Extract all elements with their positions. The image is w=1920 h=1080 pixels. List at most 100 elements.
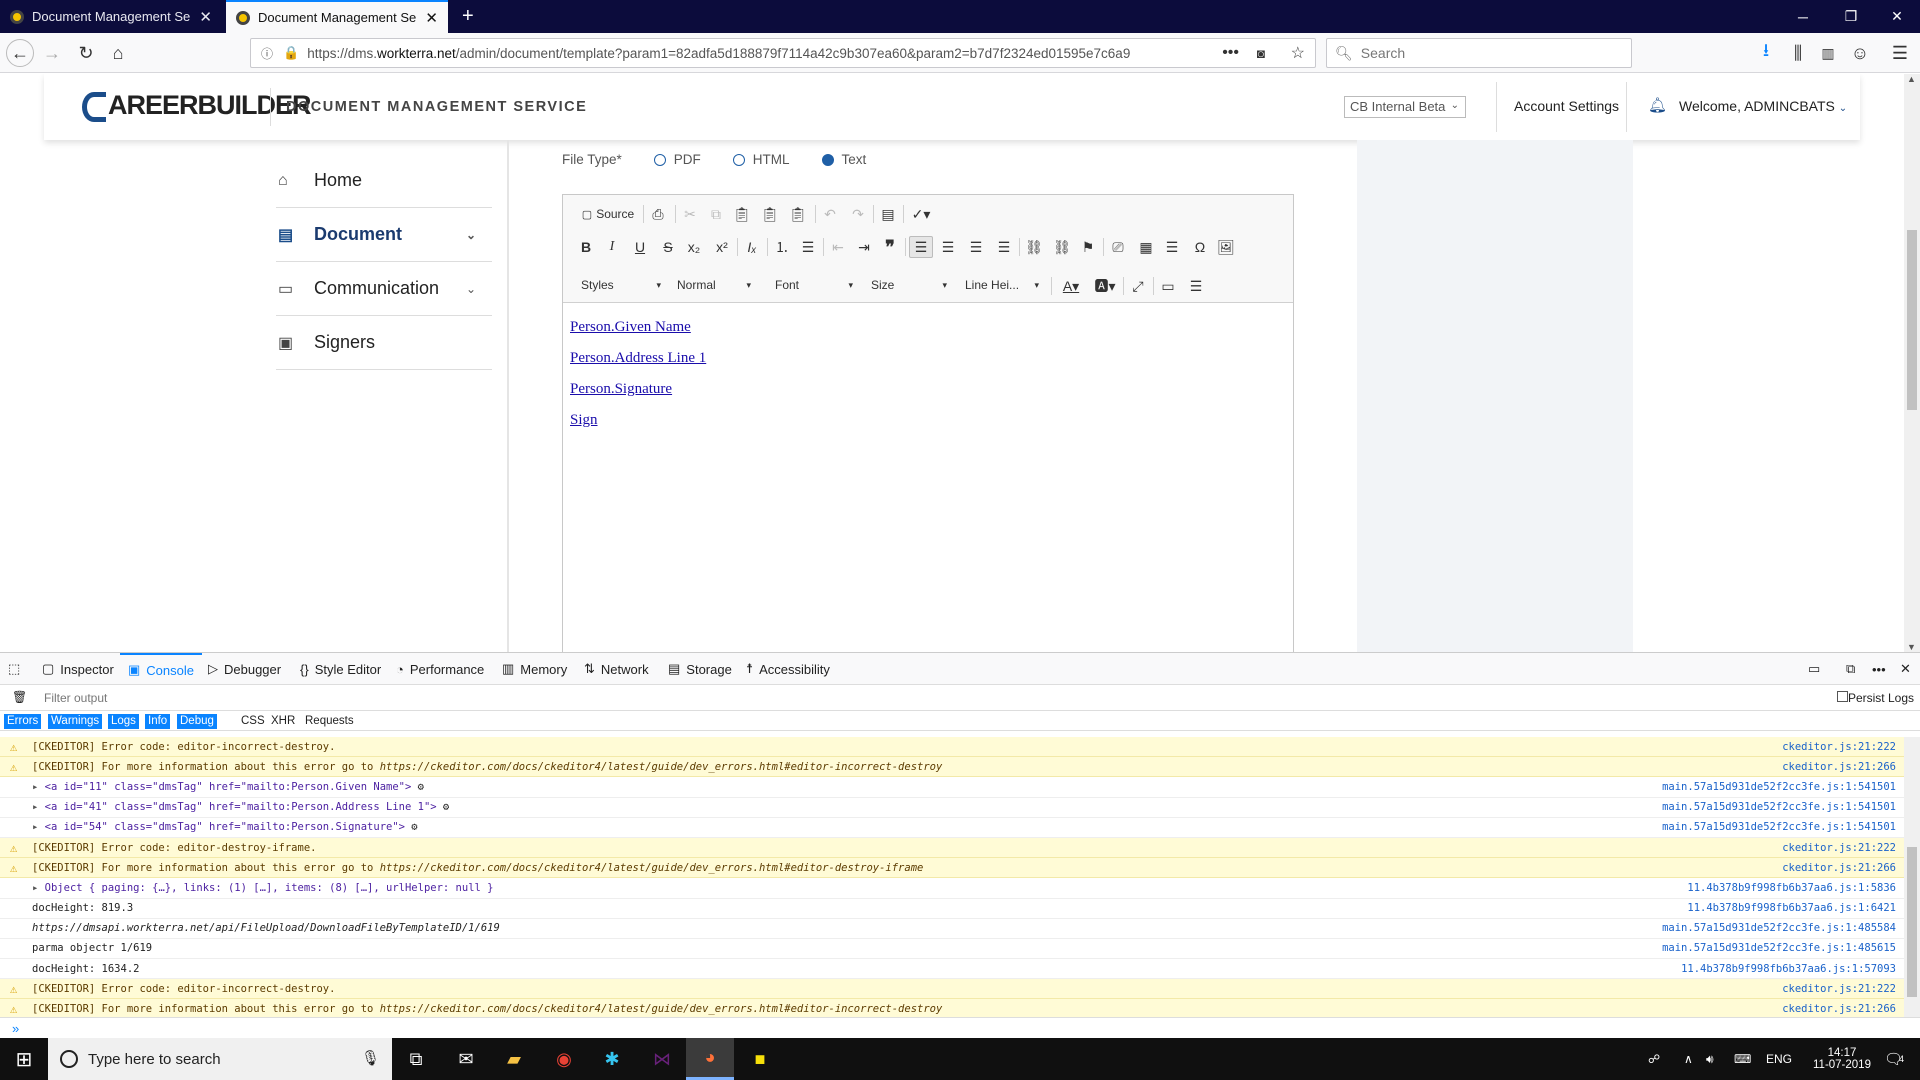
forward-arrow-icon[interactable]: → xyxy=(38,39,66,67)
source-link[interactable]: ckeditor.js:21:266 xyxy=(1782,862,1896,874)
expand-triangle-icon[interactable]: ▸ xyxy=(32,882,45,894)
task-view-icon[interactable]: ⧉ xyxy=(392,1038,440,1080)
paste-word-icon[interactable]: 📋︎ xyxy=(787,203,809,225)
filter-debug[interactable]: Debug xyxy=(177,714,217,729)
environment-select[interactable]: CB Internal Beta ⌄ xyxy=(1344,96,1466,118)
source-link[interactable]: main.57a15d931de52f2cc3fe.js:1:541501 xyxy=(1662,781,1896,793)
trash-icon[interactable]: 🗑︎ xyxy=(12,690,27,704)
expand-triangle-icon[interactable]: ▸ xyxy=(32,801,45,813)
sidebar-item-signers[interactable]: ▣ Signers xyxy=(276,316,492,370)
sticky-notes-icon[interactable]: ■ xyxy=(736,1038,784,1080)
image-icon[interactable]: 🖼︎ xyxy=(1215,236,1237,258)
filter-requests[interactable]: Requests xyxy=(302,714,357,729)
outdent-icon[interactable]: ⇤ xyxy=(827,236,849,258)
source-link[interactable]: ckeditor.js:21:222 xyxy=(1782,842,1896,854)
expand-triangle-icon[interactable]: ▸ xyxy=(32,821,45,833)
restore-icon[interactable]: ❐ xyxy=(1828,0,1874,33)
filter-input[interactable]: Filter output xyxy=(44,691,107,705)
scroll-down-icon[interactable]: ▼ xyxy=(1907,642,1916,652)
scrollbar-thumb[interactable] xyxy=(1907,230,1917,410)
filter-errors[interactable]: Errors xyxy=(4,714,42,729)
source-link[interactable]: main.57a15d931de52f2cc3fe.js:1:541501 xyxy=(1662,801,1896,813)
table-icon[interactable]: ▦ xyxy=(1135,236,1157,258)
console-message-text[interactable]: ▸ <a id="11" class="dmsTag" href="mailto… xyxy=(32,781,424,793)
browser-tab-1[interactable]: Document Management Servic ✕ xyxy=(0,0,222,33)
close-tab-icon[interactable]: ✕ xyxy=(199,8,212,26)
separate-window-icon[interactable]: ⧉ xyxy=(1846,653,1855,685)
url-bar[interactable]: ⓘ 🔒 https://dms. workterra.net/admin/docu… xyxy=(250,38,1316,68)
account-icon[interactable]: ☺ xyxy=(1846,39,1874,67)
element-picker-icon[interactable]: ⬚ xyxy=(8,653,20,685)
align-left-icon[interactable]: ☰ xyxy=(909,236,933,258)
pocket-icon[interactable]: ◙ xyxy=(1257,46,1265,61)
taskbar-search[interactable]: Type here to search 🎙︎ xyxy=(48,1038,392,1080)
subscript-icon[interactable]: x₂ xyxy=(683,236,705,258)
spellcheck-icon[interactable]: ✓▾ xyxy=(907,203,935,225)
radio-text[interactable] xyxy=(821,153,834,166)
bg-color-icon[interactable]: 🅰▾ xyxy=(1091,275,1119,297)
editor-content[interactable]: Person.Given Name Person.Address Line 1 … xyxy=(563,303,1293,455)
people-icon[interactable]: ☍ xyxy=(1648,1038,1660,1080)
source-link[interactable]: 11.4b378b9f998fb6b37aa6.js:1:57093 xyxy=(1681,963,1896,975)
close-devtools-icon[interactable]: ✕ xyxy=(1900,653,1911,685)
tab-performance[interactable]: ◔ Performance xyxy=(396,653,484,685)
new-tab-icon[interactable]: + xyxy=(452,0,482,33)
sidebar-item-document[interactable]: ▤ Document ⌄ xyxy=(276,208,492,262)
anchor-flag-icon[interactable]: ⚑ xyxy=(1077,236,1099,258)
sidebar-item-communication[interactable]: ▭ Communication ⌄ xyxy=(276,262,492,316)
tab-inspector[interactable]: ▢ Inspector xyxy=(42,653,114,685)
library-icon[interactable]: ⫼ xyxy=(1784,39,1812,67)
indent-icon[interactable]: ⇥ xyxy=(853,236,875,258)
redo-icon[interactable]: ↷ xyxy=(847,203,869,225)
chrome-icon[interactable]: ◉ xyxy=(540,1038,588,1080)
radio-label-text[interactable]: Text xyxy=(842,152,867,167)
unlink-icon[interactable]: ⛓ xyxy=(1051,236,1073,258)
source-link[interactable]: main.57a15d931de52f2cc3fe.js:1:485615 xyxy=(1662,942,1896,954)
font-dropdown[interactable]: Font ▾ xyxy=(769,275,857,297)
back-arrow-icon[interactable]: ← xyxy=(6,39,34,67)
dock-side-icon[interactable]: ▭ xyxy=(1808,653,1820,685)
source-link[interactable]: ckeditor.js:21:266 xyxy=(1782,761,1896,773)
node-gear-icon[interactable]: ⚙ xyxy=(405,821,417,833)
filter-logs[interactable]: Logs xyxy=(108,714,139,729)
mail-icon[interactable]: ✉ xyxy=(442,1038,490,1080)
info-icon[interactable]: ⓘ xyxy=(261,45,273,62)
radio-html[interactable] xyxy=(732,153,745,166)
remove-format-icon[interactable]: Iₓ xyxy=(741,236,763,258)
node-gear-icon[interactable]: ⚙ xyxy=(411,781,424,793)
styles-dropdown[interactable]: Styles ▾ xyxy=(575,275,665,297)
find-icon[interactable]: ▤ xyxy=(877,203,899,225)
paste-text-icon[interactable]: 📋︎ xyxy=(759,203,781,225)
format-dropdown[interactable]: Normal ▾ xyxy=(671,275,755,297)
link-icon[interactable]: ⛓ xyxy=(1023,236,1045,258)
source-link[interactable]: 11.4b378b9f998fb6b37aa6.js:1:6421 xyxy=(1687,902,1896,914)
align-right-icon[interactable]: ☰ xyxy=(965,236,987,258)
console-message-text[interactable]: ▸ <a id="41" class="dmsTag" href="mailto… xyxy=(32,801,449,813)
dms-tag-link[interactable]: Person.Address Line 1 xyxy=(570,350,1286,367)
file-explorer-icon[interactable]: ▰ xyxy=(490,1038,538,1080)
scrollbar-thumb[interactable] xyxy=(1907,847,1917,997)
superscript-icon[interactable]: x² xyxy=(711,236,733,258)
bookmark-star-icon[interactable]: ☆ xyxy=(1291,43,1305,63)
tab-storage[interactable]: ▤ Storage xyxy=(668,653,732,685)
console-message-text[interactable]: ▸ Object { paging: {…}, links: (1) […], … xyxy=(32,882,494,894)
tab-network[interactable]: ⇅ Network xyxy=(584,653,649,685)
volume-icon[interactable]: 🔊︎ xyxy=(1706,1038,1714,1080)
underline-icon[interactable]: U xyxy=(629,236,651,258)
page-actions-icon[interactable]: ••• xyxy=(1222,44,1239,62)
careerbuilder-logo[interactable]: AREERBUILDER xyxy=(82,90,312,122)
error-docs-link[interactable]: https://ckeditor.com/docs/ckeditor4/late… xyxy=(380,862,924,874)
insert-field-icon[interactable]: ⎚ xyxy=(1107,236,1129,258)
filter-warnings[interactable]: Warnings xyxy=(48,714,103,729)
keyboard-icon[interactable]: ⌨ xyxy=(1734,1038,1751,1080)
browser-tab-2[interactable]: Document Management Servic ✕ xyxy=(226,0,448,33)
cut-icon[interactable]: ✂ xyxy=(679,203,701,225)
tab-accessibility[interactable]: ☨ Accessibility xyxy=(746,653,830,685)
console-input[interactable]: » xyxy=(0,1017,1920,1039)
source-link[interactable]: main.57a15d931de52f2cc3fe.js:1:485584 xyxy=(1662,922,1896,934)
dms-tag-link[interactable]: Person.Signature xyxy=(570,381,1286,398)
error-docs-link[interactable]: https://ckeditor.com/docs/ckeditor4/late… xyxy=(380,761,943,773)
source-link[interactable]: main.57a15d931de52f2cc3fe.js:1:541501 xyxy=(1662,821,1896,833)
error-docs-link[interactable]: https://ckeditor.com/docs/ckeditor4/late… xyxy=(380,1003,943,1015)
console-scrollbar[interactable] xyxy=(1904,737,1920,1017)
